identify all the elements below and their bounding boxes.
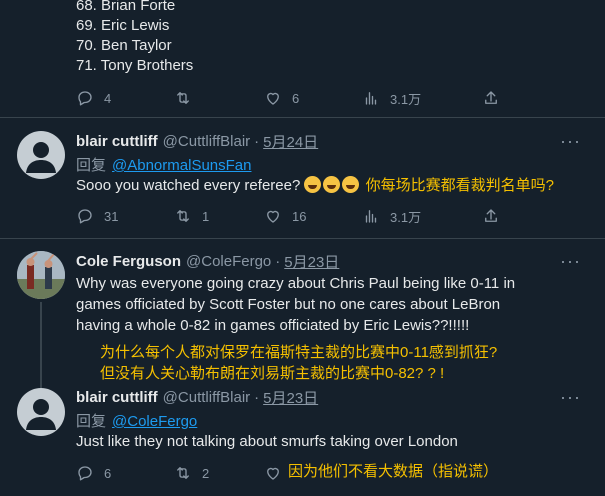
retweet-button[interactable]: 2 <box>174 462 209 484</box>
replying-to: 回复 @AbnormalSunsFan <box>76 154 251 175</box>
reply-count: 4 <box>104 90 112 106</box>
reply-icon <box>78 209 92 224</box>
avatar[interactable] <box>17 388 65 436</box>
like-button[interactable]: 16 <box>264 205 306 227</box>
user-handle[interactable]: @CuttliffBlair <box>163 133 250 150</box>
tweet-date[interactable]: 5月24日 <box>263 131 318 152</box>
translation-annotation: 因为他们不看大数据（指说谎） <box>288 463 499 480</box>
translation-annotation: 你每场比赛都看裁判名单吗? <box>365 177 554 194</box>
heart-icon <box>267 467 279 480</box>
joy-emoji-icon <box>323 176 341 193</box>
user-handle[interactable]: @CuttliffBlair <box>163 389 250 406</box>
profile-photo <box>17 251 65 299</box>
tweet-body: Just like they not talking about smurfs … <box>76 433 458 450</box>
joy-emoji-icon <box>342 176 360 193</box>
list-item: 68. Brian Forte <box>76 0 176 14</box>
translation-annotation: 为什么每个人都对保罗在福斯特主裁的比赛中0-11感到抓狂? 但没有人关心勒布朗在… <box>100 342 497 384</box>
views-button[interactable]: 3.1万 <box>362 87 421 109</box>
tweet-actions: 31 1 16 3.1万 <box>76 205 516 227</box>
tweet-body: Sooo you watched every referee? <box>76 177 301 194</box>
list-item: 70. Ben Taylor <box>76 37 172 54</box>
bar-chart-icon <box>365 210 377 223</box>
translation-line: 为什么每个人都对保罗在福斯特主裁的比赛中0-11感到抓狂? <box>100 344 498 361</box>
translation-line: 但没有人关心勒布朗在刘易斯主裁的比赛中0-82? ? ! <box>100 365 445 382</box>
tweet-body: Why was everyone going crazy about Chris… <box>76 273 515 336</box>
tweet-date[interactable]: 5月23日 <box>263 387 318 408</box>
share-button[interactable] <box>482 205 500 227</box>
more-options-icon[interactable]: ··· <box>560 252 581 270</box>
avatar[interactable] <box>17 131 65 179</box>
share-icon <box>485 91 497 104</box>
retweet-icon <box>177 92 189 104</box>
more-options-icon[interactable]: ··· <box>560 132 581 150</box>
default-avatar-icon <box>26 142 56 173</box>
replying-to: 回复 @ColeFergo <box>76 410 197 431</box>
views-button[interactable]: 3.1万 <box>362 205 421 227</box>
share-icon <box>485 209 497 222</box>
view-count: 3.1万 <box>390 91 422 107</box>
separator: · <box>275 252 281 270</box>
reply-button[interactable]: 6 <box>76 462 111 484</box>
tweet-text-line: Why was everyone going crazy about Chris… <box>76 275 516 292</box>
default-avatar-icon <box>26 399 56 430</box>
display-name[interactable]: blair cuttliff <box>76 133 158 150</box>
separator: · <box>254 132 260 150</box>
reply-label: 回复 <box>76 413 107 430</box>
like-button[interactable] <box>264 462 282 484</box>
heart-icon <box>267 210 279 223</box>
divider <box>0 117 605 118</box>
tweet-text-line: having a whole 0-82 in games officiated … <box>76 317 470 334</box>
tweet-text: Sooo you watched every referee? 你每场比赛都看裁… <box>76 175 554 196</box>
reply-label: 回复 <box>76 157 107 174</box>
mention-link[interactable]: @AbnormalSunsFan <box>112 157 251 174</box>
divider <box>0 238 605 239</box>
thread-connector <box>40 302 42 390</box>
retweet-count: 2 <box>202 465 210 481</box>
avatar[interactable] <box>17 251 65 299</box>
like-count: 16 <box>292 208 307 224</box>
display-name[interactable]: Cole Ferguson <box>76 253 181 270</box>
retweet-icon <box>177 467 189 479</box>
reply-button[interactable]: 31 <box>76 205 118 227</box>
reply-icon <box>78 91 92 106</box>
reply-count: 6 <box>104 465 112 481</box>
view-count: 3.1万 <box>390 209 422 225</box>
display-name[interactable]: blair cuttliff <box>76 389 158 406</box>
user-handle[interactable]: @ColeFergo <box>186 253 271 270</box>
list-item: 69. Eric Lewis <box>76 17 170 34</box>
tweet-header: blair cuttliff @CuttliffBlair · 5月24日 <box>76 131 318 151</box>
mention-link[interactable]: @ColeFergo <box>112 413 197 430</box>
bar-chart-icon <box>365 92 377 105</box>
heart-icon <box>267 92 279 105</box>
reply-icon <box>78 466 92 481</box>
retweet-icon <box>177 210 189 222</box>
list-item: 71. Tony Brothers <box>76 57 194 74</box>
tweet-text-line: games officiated by Scott Foster but no … <box>76 296 501 313</box>
retweet-button[interactable]: 1 <box>174 205 209 227</box>
tweet-actions: 4 6 3.1万 <box>76 87 516 109</box>
reply-count: 31 <box>104 208 119 224</box>
tweet-date[interactable]: 5月23日 <box>284 251 339 272</box>
like-button[interactable]: 6 <box>264 87 299 109</box>
reply-button[interactable]: 4 <box>76 87 111 109</box>
tweet-header: blair cuttliff @CuttliffBlair · 5月23日 <box>76 387 318 407</box>
separator: · <box>254 388 260 406</box>
like-count: 6 <box>292 90 300 106</box>
retweet-button[interactable] <box>174 87 202 109</box>
share-button[interactable] <box>482 87 500 109</box>
more-options-icon[interactable]: ··· <box>560 388 581 406</box>
joy-emoji-icon <box>304 176 322 193</box>
tweet-header: Cole Ferguson @ColeFergo · 5月23日 <box>76 251 339 271</box>
retweet-count: 1 <box>202 208 210 224</box>
